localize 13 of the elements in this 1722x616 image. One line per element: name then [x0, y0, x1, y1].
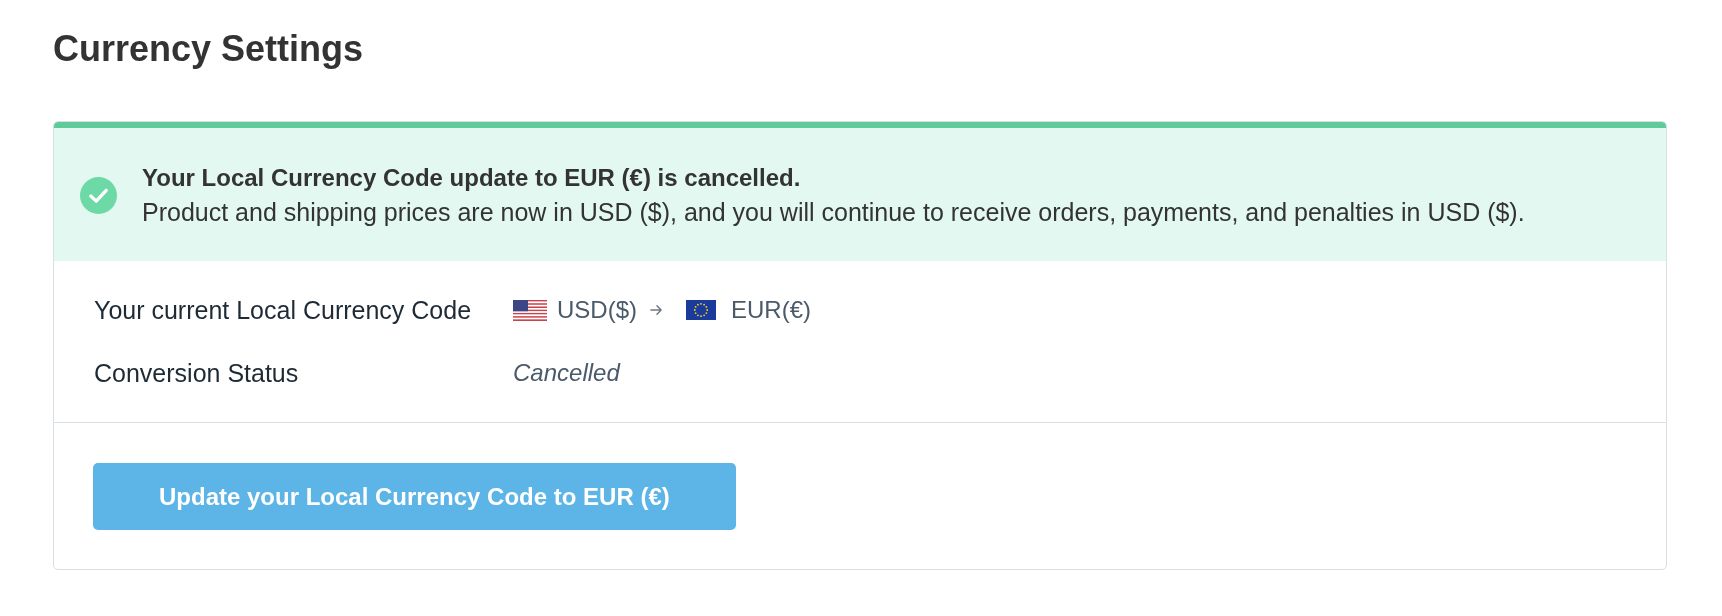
us-flag-icon: [513, 299, 547, 321]
eu-flag-icon: [686, 300, 716, 320]
alert-title: Your Local Currency Code update to EUR (€) is cancelled.: [142, 163, 801, 193]
currency-code: USD($): [557, 295, 637, 325]
status-value: Cancelled: [513, 358, 620, 388]
update-currency-button[interactable]: Update your Local Currency Code to EUR (€): [93, 463, 736, 530]
check-icon: [80, 176, 117, 214]
field-label: Your current Local Currency Code: [94, 295, 473, 326]
field-label: Conversion Status: [94, 358, 300, 389]
alert-message: Product and shipping prices are now in USD ($), and you will continue to receive orders, payments, and penalties in USD ($).: [142, 197, 1525, 228]
page-title: Currency Settings: [53, 27, 364, 71]
arrow-icon: [650, 304, 663, 316]
currency-code: EUR(€): [731, 295, 812, 325]
